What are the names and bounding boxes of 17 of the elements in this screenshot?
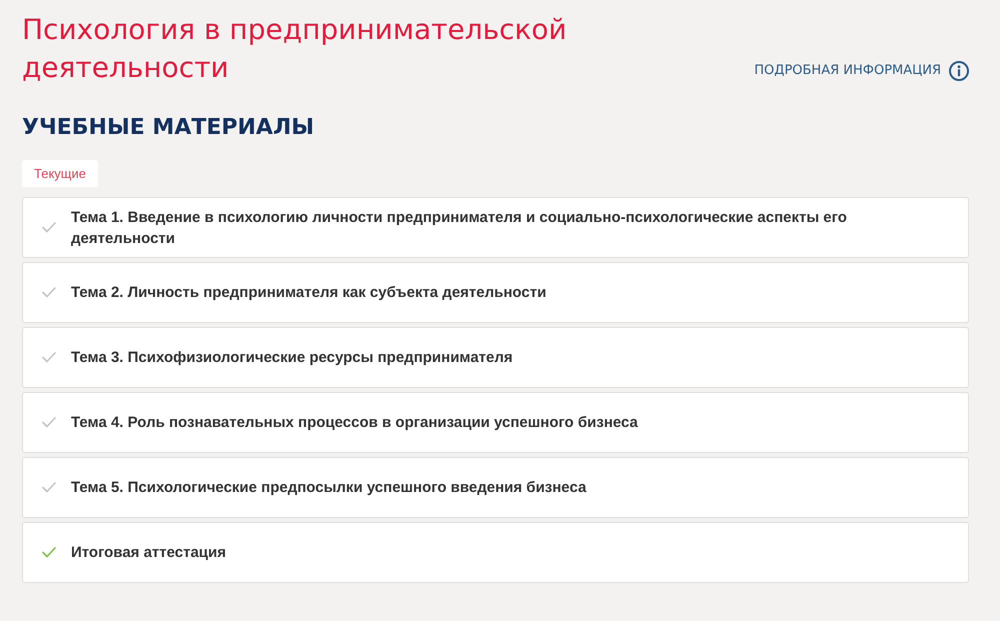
topic-title: Тема 3. Психофизиологические ресурсы предпринимателя [71,348,513,368]
page-title: Психология в предпринимательской деятельности [22,12,568,86]
topic-title: Тема 1. Введение в психологию личности предпринимателя и социально-психологические аспекты его деятельности [71,208,848,248]
topic-card[interactable]: Тема 4. Роль познавательных процессов в организации успешного бизнеса [22,392,969,453]
topic-title: Итоговая аттестация [71,543,226,563]
section-heading: УЧЕБНЫЕ МАТЕРИАЛЫ [22,114,316,142]
info-icon [949,61,969,81]
topic-title: Тема 4. Роль познавательных процессов в организации успешного бизнеса [71,413,638,433]
topic-card[interactable]: Тема 3. Психофизиологические ресурсы предпринимателя [22,327,969,388]
topic-card[interactable]: Тема 1. Введение в психологию личности предпринимателя и социально-психологические аспекты его деятельности [22,197,969,258]
topic-card[interactable]: Итоговая аттестация [22,522,969,583]
topic-title: Тема 5. Психологические предпосылки успешного введения бизнеса [71,478,586,498]
topic-card[interactable]: Тема 5. Психологические предпосылки успешного введения бизнеса [22,457,969,518]
topic-title: Тема 2. Личность предпринимателя как субъекта деятельности [71,283,546,303]
more-info-link[interactable]: ПОДРОБНАЯ ИНФОРМАЦИЯ [754,61,969,81]
tab[interactable]: Текущие [22,160,98,187]
topic-card[interactable]: Тема 2. Личность предпринимателя как субъекта деятельности [22,262,969,323]
